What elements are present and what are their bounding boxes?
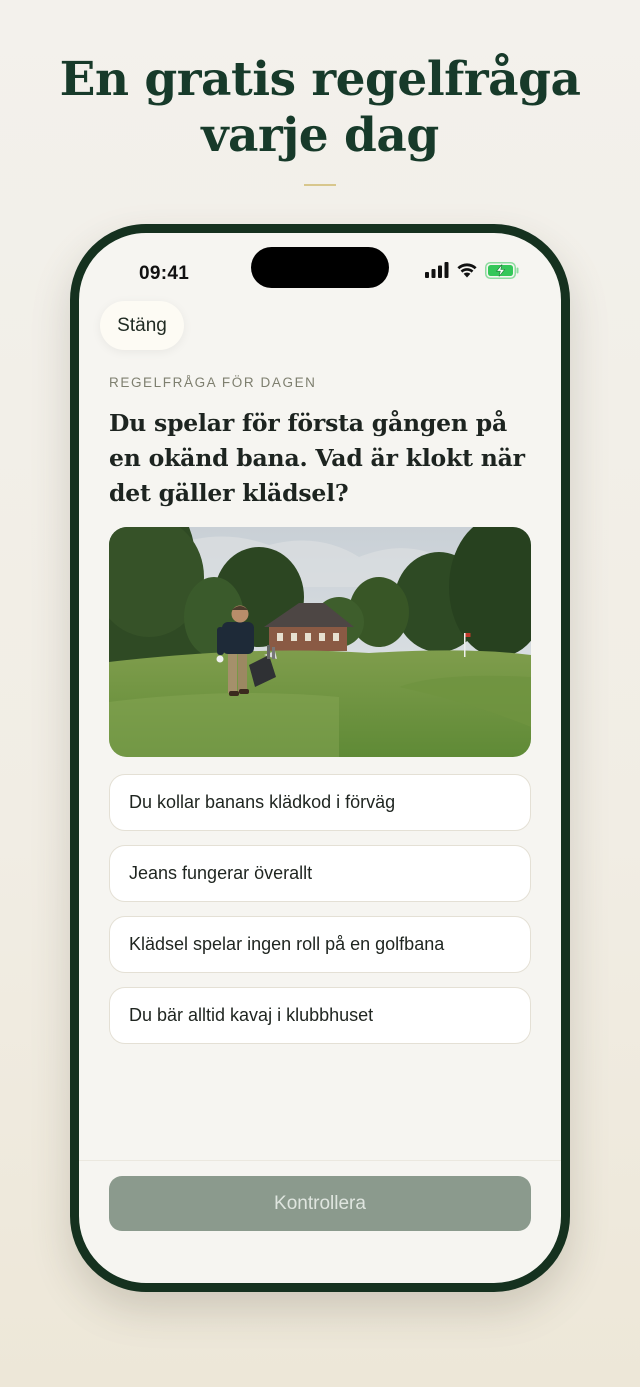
status-icons	[425, 259, 519, 281]
wifi-icon	[457, 263, 477, 278]
footer-divider	[79, 1160, 561, 1161]
status-time: 09:41	[139, 263, 190, 284]
answer-option[interactable]: Du kollar banans klädkod i förväg	[109, 774, 531, 831]
battery-charging-icon	[485, 261, 519, 279]
headline-line-2: varje dag	[201, 108, 439, 163]
dynamic-island	[251, 247, 389, 288]
answer-option[interactable]: Klädsel spelar ingen roll på en golfbana	[109, 916, 531, 973]
cellular-signal-icon	[425, 262, 449, 278]
headline-divider	[304, 184, 336, 186]
quiz-eyebrow: REGELFRÅGA FÖR DAGEN	[109, 375, 317, 390]
question-image	[109, 527, 531, 757]
question-text: Du spelar för första gången på en okänd …	[109, 409, 525, 507]
check-answer-button[interactable]: Kontrollera	[109, 1176, 531, 1231]
answer-option[interactable]: Du bär alltid kavaj i klubbhuset	[109, 987, 531, 1044]
answer-option[interactable]: Jeans fungerar överallt	[109, 845, 531, 902]
quiz-screen: 09:41 Stäng REGELFRÅGA FÖR DAGEN Du spel…	[79, 233, 561, 1283]
headline-line-1: En gratis regelfråga	[59, 52, 581, 107]
marketing-headline: En gratis regelfråga varje dag	[0, 52, 640, 164]
phone-frame: 09:41 Stäng REGELFRÅGA FÖR DAGEN Du spel…	[70, 224, 570, 1292]
close-button[interactable]: Stäng	[100, 301, 184, 350]
